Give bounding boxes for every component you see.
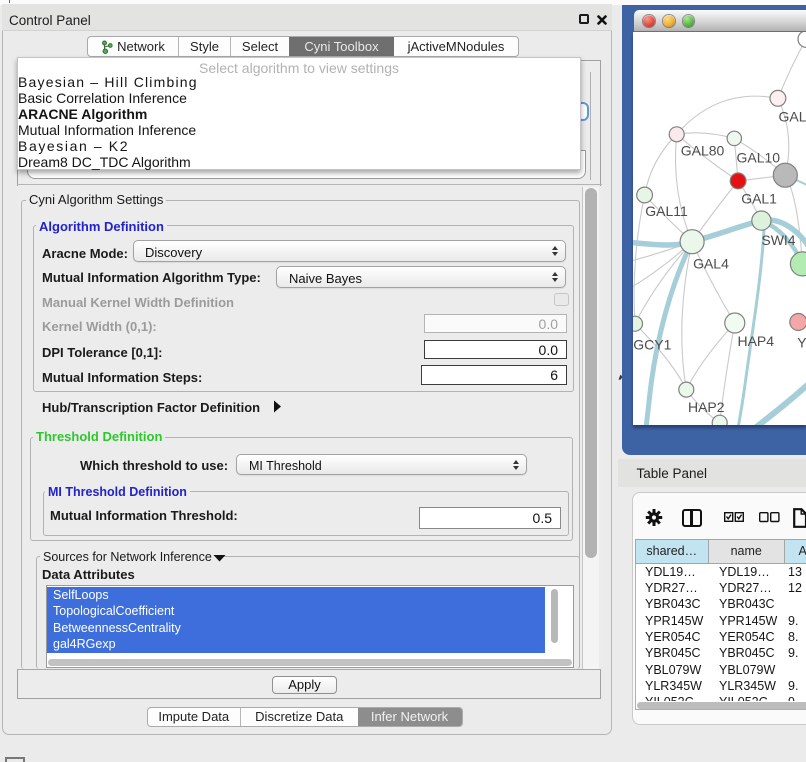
svg-text:GAL10: GAL10 — [737, 149, 781, 165]
svg-text:GCY1: GCY1 — [633, 336, 671, 352]
svg-text:SWI4: SWI4 — [762, 232, 796, 248]
svg-text:GAL1: GAL1 — [741, 190, 777, 206]
svg-text:GAL80: GAL80 — [681, 142, 725, 158]
svg-text:GAL2: GAL2 — [779, 108, 806, 124]
svg-text:HAP2: HAP2 — [688, 398, 725, 414]
svg-text:GAL4: GAL4 — [693, 255, 729, 271]
svg-text:YER: YER — [797, 334, 805, 350]
svg-text:HAP4: HAP4 — [738, 332, 775, 348]
svg-text:GAL11: GAL11 — [645, 203, 688, 219]
